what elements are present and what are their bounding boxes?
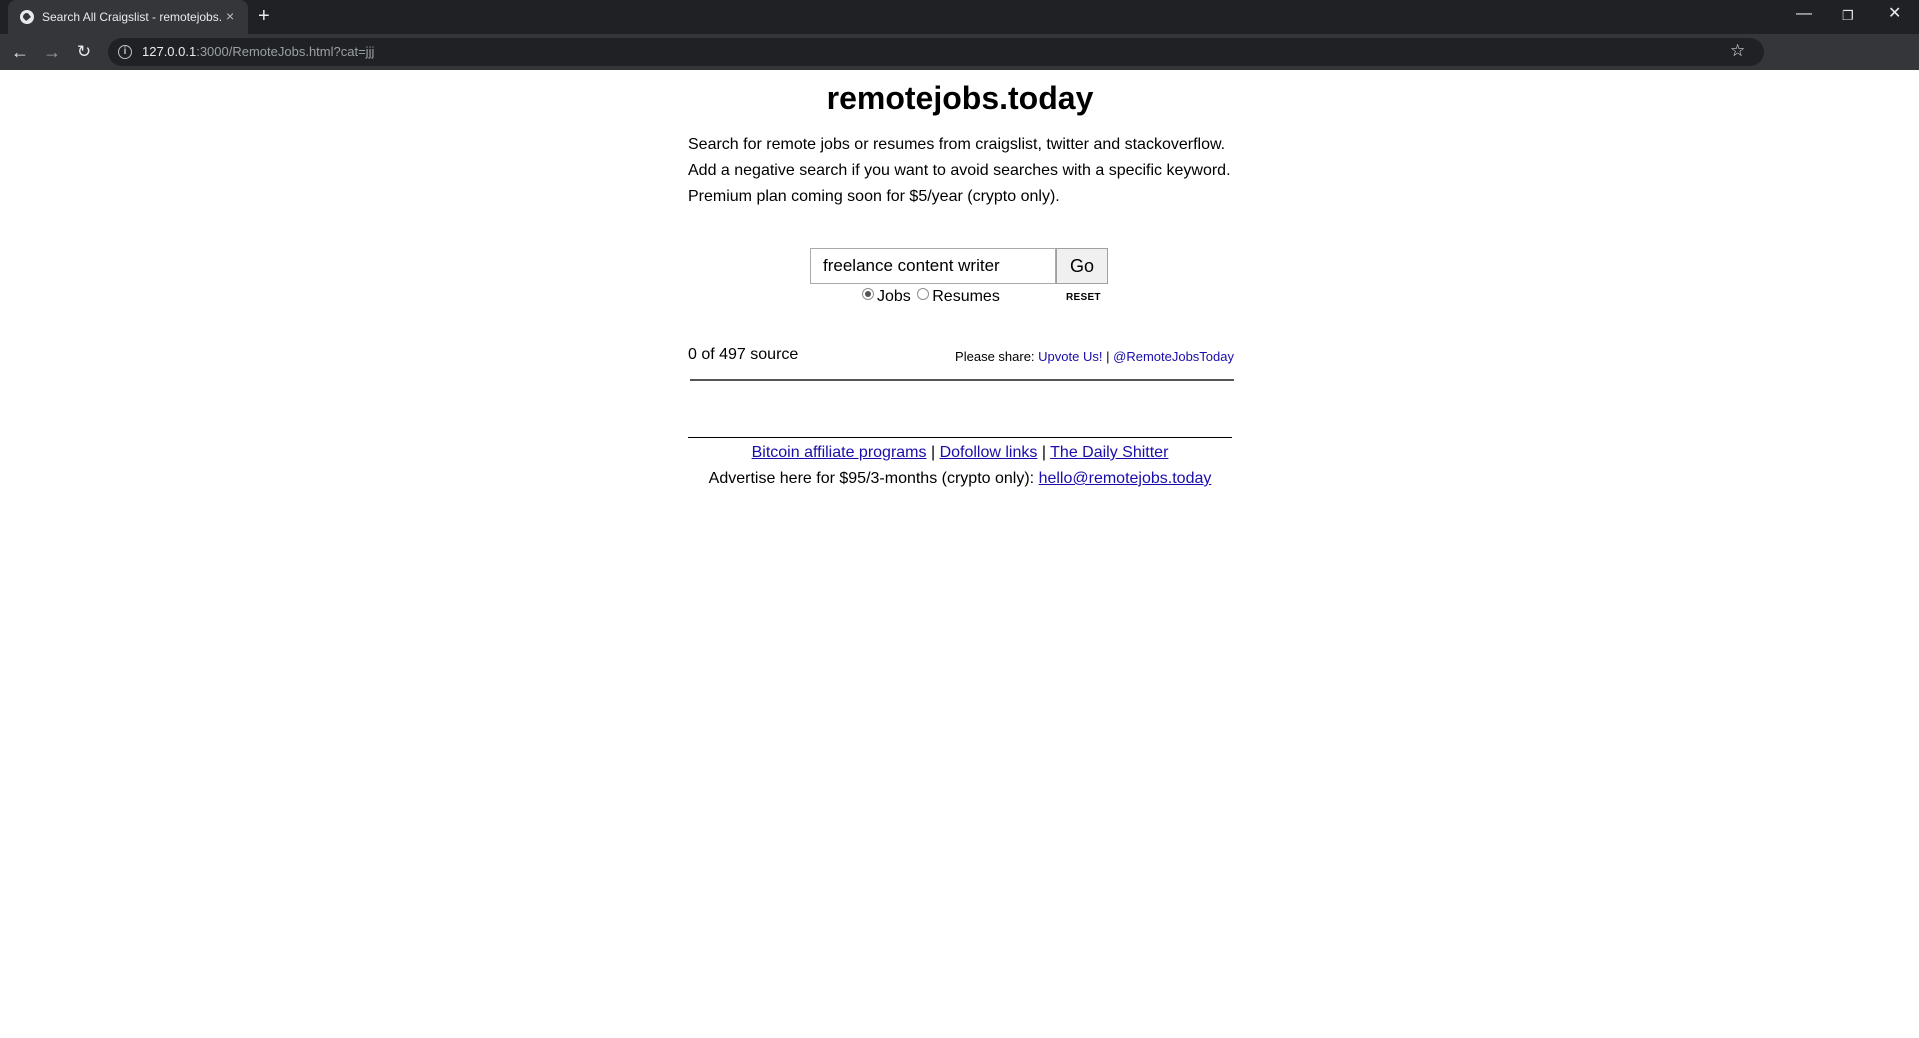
resumes-radio[interactable] xyxy=(917,288,930,300)
go-button[interactable]: Go xyxy=(1056,248,1108,284)
share-prefix: Please share: xyxy=(955,349,1035,364)
twitter-link[interactable]: @RemoteJobsToday xyxy=(1113,349,1234,364)
restore-icon[interactable]: ❐ xyxy=(1842,6,1854,26)
upvote-link[interactable]: Upvote Us! xyxy=(1038,349,1102,364)
bitcoin-affiliate-link[interactable]: Bitcoin affiliate programs xyxy=(752,444,927,461)
footer-separator: | xyxy=(930,444,936,461)
source-count: 0 of 497 source xyxy=(688,346,799,363)
url-text[interactable]: 127.0.0.1:3000/RemoteJobs.html?cat=jjj xyxy=(142,44,374,59)
url-path: :3000/RemoteJobs.html?cat=jjj xyxy=(196,44,375,59)
share-links: Please share: Upvote Us! | @RemoteJobsTo… xyxy=(955,349,1234,364)
minimize-icon[interactable]: — xyxy=(1796,4,1812,24)
divider xyxy=(690,379,1234,381)
back-arrow-icon[interactable]: ← xyxy=(8,40,32,64)
address-bar[interactable]: i 127.0.0.1:3000/RemoteJobs.html?cat=jjj… xyxy=(108,38,1764,66)
advertise-text: Advertise here for $95/3-months (crypto … xyxy=(708,470,1035,487)
globe-icon xyxy=(20,10,34,24)
forward-arrow-icon[interactable]: → xyxy=(40,40,64,64)
page-title: remotejobs.today xyxy=(826,80,1094,116)
footer-divider xyxy=(688,437,1232,438)
tab-title: Search All Craigslist - remotejobs.today xyxy=(42,10,222,24)
email-link[interactable]: hello@remotejobs.today xyxy=(1039,470,1212,487)
reload-icon[interactable]: ↻ xyxy=(72,40,96,64)
browser-tab[interactable]: Search All Craigslist - remotejobs.today… xyxy=(8,0,248,34)
intro-line: Search for remote jobs or resumes from c… xyxy=(688,136,1226,153)
share-separator: | xyxy=(1106,349,1110,364)
footer-separator: | xyxy=(1041,444,1046,461)
search-type-radios: Jobs Resumes xyxy=(862,288,1002,308)
page-content: remotejobs.today Search for remote jobs … xyxy=(0,70,1919,1038)
new-tab-button[interactable]: + xyxy=(258,5,270,27)
intro-line: Add a negative search if you want to avo… xyxy=(688,162,1231,179)
intro-text: Search for remote jobs or resumes from c… xyxy=(688,132,1248,210)
close-icon[interactable]: ✕ xyxy=(1888,4,1901,24)
bookmark-star-icon[interactable]: ☆ xyxy=(1730,41,1745,61)
browser-toolbar: ← → ↻ i 127.0.0.1:3000/RemoteJobs.html?c… xyxy=(0,34,1919,70)
reset-button[interactable]: RESET xyxy=(1066,292,1101,303)
footer-links: Bitcoin affiliate programs | Dofollow li… xyxy=(688,444,1232,462)
info-icon[interactable]: i xyxy=(118,45,132,59)
advertise-line: Advertise here for $95/3-months (crypto … xyxy=(688,470,1232,488)
jobs-radio-label[interactable]: Jobs xyxy=(877,288,911,305)
daily-shitter-link[interactable]: The Daily Shitter xyxy=(1050,444,1168,461)
tab-close-icon[interactable]: × xyxy=(226,8,234,24)
search-input[interactable] xyxy=(810,248,1056,284)
resumes-radio-label[interactable]: Resumes xyxy=(932,288,1000,305)
browser-tab-strip: Search All Craigslist - remotejobs.today… xyxy=(0,0,1919,34)
intro-line: Premium plan coming soon for $5/year (cr… xyxy=(688,188,1060,205)
url-host: 127.0.0.1 xyxy=(142,44,197,59)
dofollow-link[interactable]: Dofollow links xyxy=(940,444,1038,461)
jobs-radio[interactable] xyxy=(862,288,874,300)
